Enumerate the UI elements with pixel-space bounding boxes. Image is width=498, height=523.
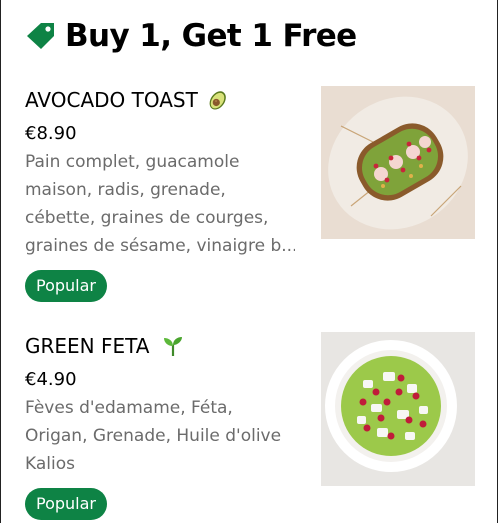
avocado-icon [209,91,226,110]
description-line: cébette, graines de courges, [25,208,269,228]
description-line: Origan, Grenade, Huile d'olive [25,426,282,446]
avocado-toast-photo[interactable] [321,86,475,239]
popular-badge: Popular [25,270,107,302]
menu-item-avocado-toast[interactable]: AVOCADO TOAST €8.90 Pain complet, guacam… [25,86,475,302]
description-line: Fèves d'edamame, Féta, [25,398,233,418]
item-description: Fèves d'edamame, Féta, Origan, Grenade, … [25,394,295,478]
section-header: Buy 1, Get 1 Free [25,14,357,58]
item-name: AVOCADO TOAST [25,88,198,112]
green-feta-illustration [321,332,475,486]
popular-badge: Popular [25,488,107,520]
item-description: Pain complet, guacamole maison, radis, g… [25,148,295,260]
section-title: Buy 1, Get 1 Free [65,18,357,54]
description-line: Pain complet, guacamole [25,152,240,172]
tag-icon [27,23,54,49]
menu-item-green-feta[interactable]: GREEN FETA €4.90 Fèves d'edamame, Féta, … [25,332,475,520]
description-line: maison, radis, grenade, [25,180,226,200]
description-line: graines de sésame, vinaigre b... [25,236,295,256]
description-line: Kalios [25,454,75,474]
page-frame: Buy 1, Get 1 Free AVOCADO TOAST €8.90 Pa… [0,0,498,523]
seedling-icon [164,337,183,356]
green-feta-photo[interactable] [321,332,475,486]
item-name: GREEN FETA [25,334,150,358]
avocado-toast-illustration [321,86,475,239]
